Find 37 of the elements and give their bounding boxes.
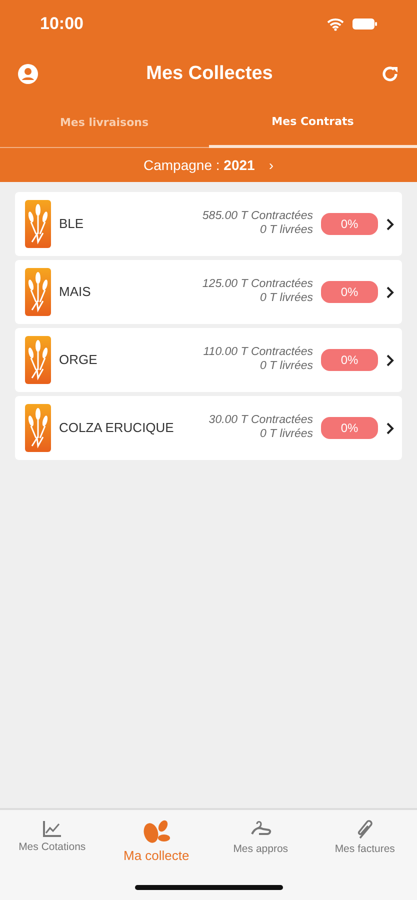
percent-badge: 0%	[321, 417, 378, 439]
chart-icon	[42, 820, 62, 838]
contract-card[interactable]: BLE 585.00 T Contractées 0 T livrées 0%	[15, 192, 402, 256]
delivered-amount: 0 T livrées	[258, 360, 313, 374]
wheat-icon	[25, 336, 51, 384]
nav-tab[interactable]: Mes Cotations	[0, 810, 104, 866]
crop-name: ORGE	[59, 352, 98, 368]
wheat-icon	[25, 268, 51, 316]
wheat-icon	[25, 404, 51, 452]
wheat-icon	[25, 200, 51, 248]
contracted-amount: 585.00 T Contractées	[202, 210, 313, 224]
percent-badge: 0%	[321, 349, 378, 371]
refresh-icon[interactable]	[380, 65, 399, 83]
nav-tab[interactable]: Mes factures	[312, 810, 417, 866]
crop-name: BLE	[59, 216, 85, 232]
nav-tab[interactable]: Mes appros	[208, 810, 313, 866]
crop-name: MAIS	[59, 284, 92, 300]
contract-card[interactable]: ORGE 110.00 T Contractées 0 T livrées 0%	[15, 328, 402, 392]
page-title: Mes Collectes	[146, 62, 273, 86]
profile-icon[interactable]	[18, 64, 38, 84]
delivered-amount: 0 T livrées	[258, 292, 313, 306]
contracted-amount: 110.00 T Contractées	[203, 346, 313, 360]
contract-card[interactable]: COLZA ERUCIQUE 30.00 T Contractées 0 T livrées 0%	[15, 396, 402, 460]
battery-icon	[352, 18, 377, 30]
crop-name: COLZA ERUCIQUE	[59, 420, 175, 436]
wifi-icon	[327, 18, 344, 30]
contracted-amount: 125.00 T Contractées	[202, 278, 313, 292]
delivered-amount: 0 T livrées	[258, 428, 313, 442]
percent-badge: 0%	[321, 213, 378, 235]
delivered-amount: 0 T livrées	[258, 224, 313, 238]
paperclip-icon	[356, 820, 374, 840]
grain-icon	[142, 820, 170, 844]
nav-tab[interactable]: Ma collecte	[104, 810, 208, 866]
contract-card[interactable]: MAIS 125.00 T Contractées 0 T livrées 0%	[15, 260, 402, 324]
percent-badge: 0%	[321, 281, 378, 303]
contracted-amount: 30.00 T Contractées	[208, 414, 313, 428]
status-time: 10:00	[40, 13, 84, 36]
